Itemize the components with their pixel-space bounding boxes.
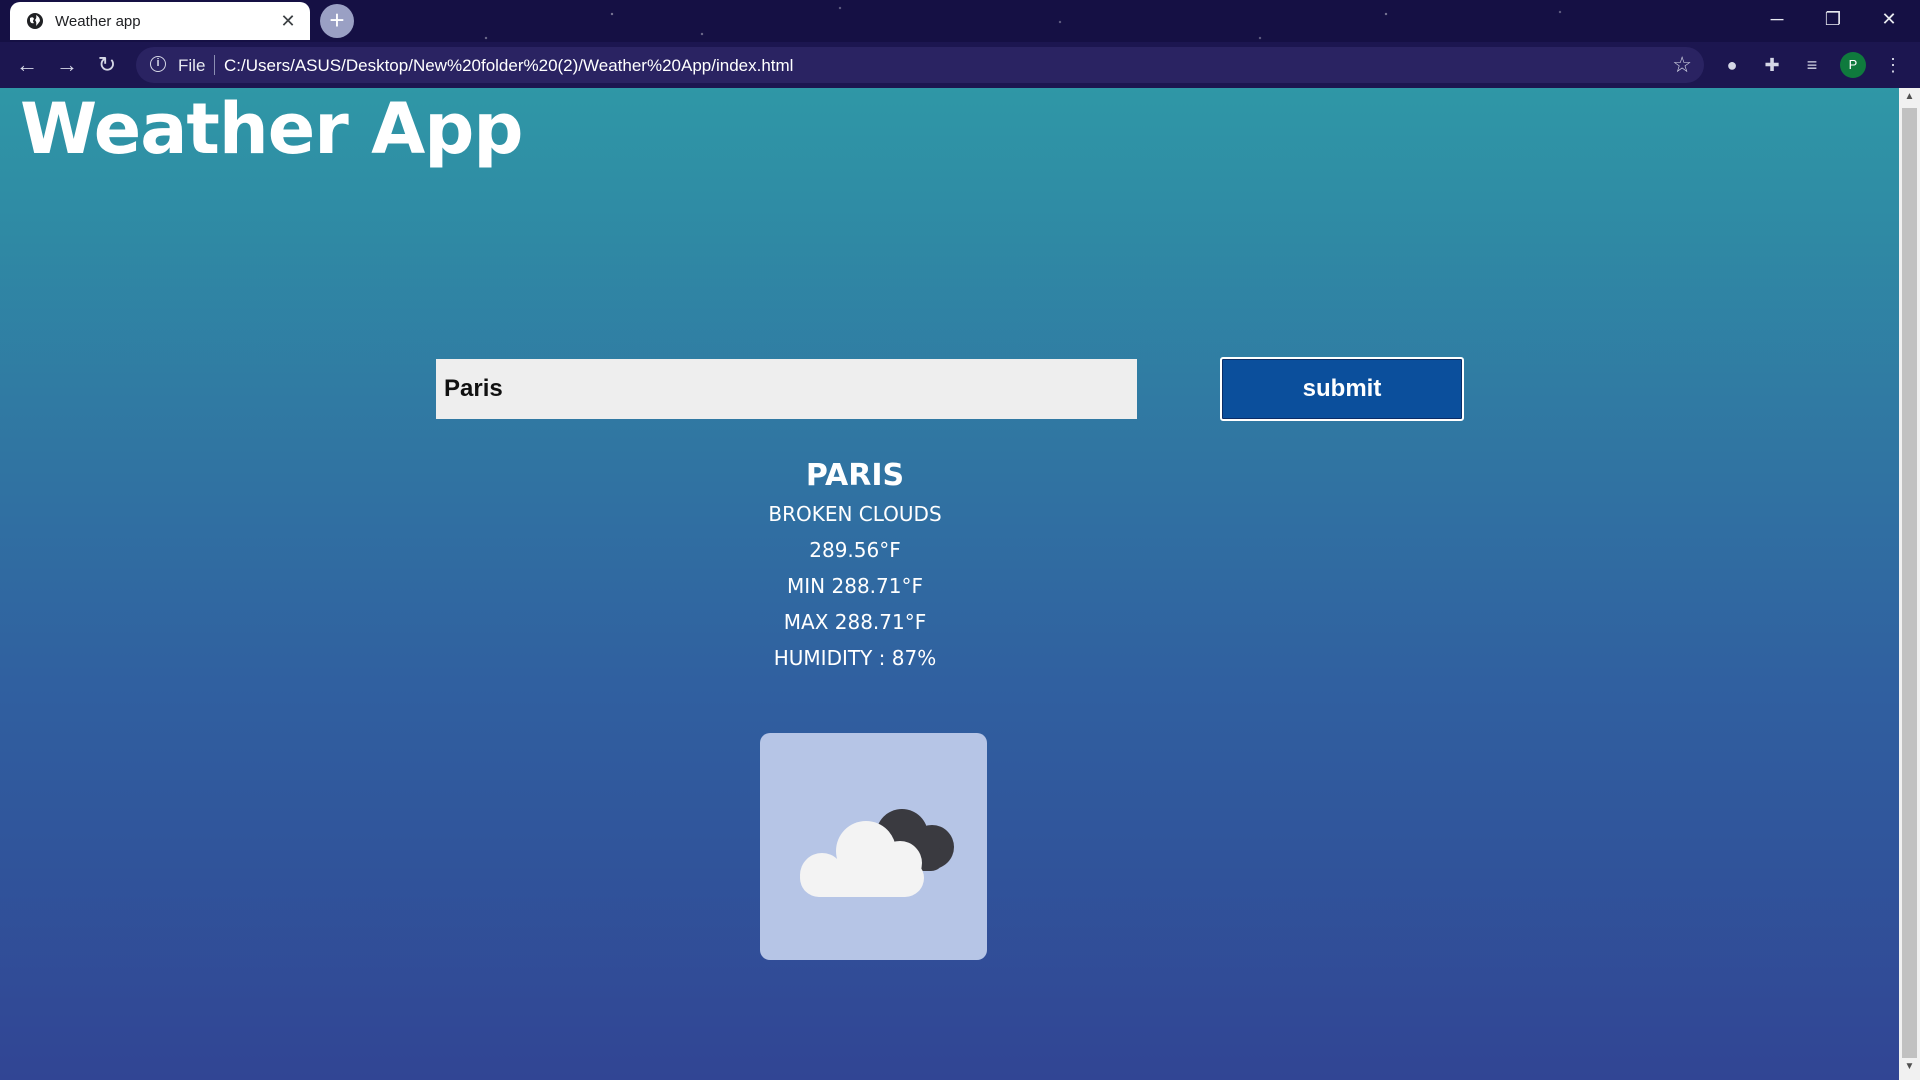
reading-list-icon[interactable]: ≡ (1797, 50, 1827, 80)
puzzle-icon[interactable]: ✚ (1757, 50, 1787, 80)
city-search-input[interactable] (436, 359, 1137, 419)
submit-button[interactable]: submit (1220, 357, 1464, 421)
min-temperature: MIN 288.71°F (787, 574, 923, 598)
extension-icon[interactable]: ● (1717, 50, 1747, 80)
tab-title: Weather app (55, 13, 141, 30)
weather-icon-card (760, 733, 987, 960)
scroll-up-icon[interactable]: ▲ (1899, 88, 1920, 106)
address-bar[interactable]: i File C:/Users/ASUS/Desktop/New%20folde… (136, 47, 1704, 83)
temperature: 289.56°F (809, 538, 901, 562)
scroll-down-icon[interactable]: ▼ (1899, 1058, 1920, 1076)
forward-icon[interactable]: → (52, 50, 82, 80)
tab-close-icon[interactable]: ✕ (278, 11, 298, 31)
reload-icon[interactable]: ↻ (92, 50, 122, 80)
page-title: Weather App (20, 88, 523, 170)
url-text[interactable]: C:/Users/ASUS/Desktop/New%20folder%20(2)… (224, 56, 793, 76)
weather-info: PARIS BROKEN CLOUDS 289.56°F MIN 288.71°… (655, 456, 1055, 676)
browser-toolbar: ← → ↻ i File C:/Users/ASUS/Desktop/New%2… (0, 42, 1920, 88)
info-icon[interactable]: i (150, 56, 166, 72)
url-scheme: File (178, 56, 206, 75)
url-separator (214, 55, 215, 75)
back-icon[interactable]: ← (12, 50, 42, 80)
browser-chrome: Weather app ✕ + ─ ❐ ✕ ← → ↻ i File C:/Us… (0, 0, 1920, 88)
kebab-menu-icon[interactable]: ⋮ (1878, 50, 1908, 80)
weather-description: BROKEN CLOUDS (768, 502, 942, 526)
restore-icon[interactable]: ❐ (1810, 2, 1856, 36)
new-tab-button[interactable]: + (320, 4, 354, 38)
page-viewport: Weather App submit PARIS BROKEN CLOUDS 2… (0, 88, 1899, 1080)
window-close-icon[interactable]: ✕ (1866, 2, 1912, 36)
vertical-scrollbar[interactable]: ▲ ▼ (1899, 88, 1920, 1080)
humidity: HUMIDITY : 87% (773, 646, 937, 670)
minimize-icon[interactable]: ─ (1754, 2, 1800, 36)
broken-clouds-icon (800, 809, 954, 897)
max-temperature: MAX 288.71°F (783, 610, 927, 634)
browser-tab[interactable]: Weather app ✕ (10, 2, 310, 40)
globe-icon (27, 13, 43, 29)
city-name: PARIS (805, 458, 905, 493)
bookmark-star-icon[interactable]: ☆ (1672, 52, 1692, 78)
profile-avatar[interactable]: P (1840, 52, 1866, 78)
scroll-thumb[interactable] (1902, 108, 1917, 1058)
